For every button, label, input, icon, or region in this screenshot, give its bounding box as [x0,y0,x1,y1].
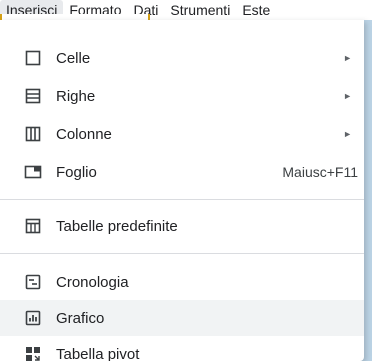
columns-icon [24,125,42,143]
menu-divider [0,253,364,254]
rows-icon [24,87,42,105]
submenu-arrow-icon: ► [343,91,352,101]
menu-item-label: Colonne [56,125,112,143]
cell-icon [24,49,42,67]
menu-item-grafico[interactable]: Grafico [0,300,364,336]
menu-item-tabella-pivot[interactable]: Tabella pivot [0,336,364,361]
menu-item-label: Foglio [56,163,97,181]
chart-icon [24,309,42,327]
pivot-table-icon [24,345,42,361]
menu-strumenti[interactable]: Strumenti [164,0,236,20]
menu-item-foglio[interactable]: Foglio Maiusc+F11 [0,154,364,190]
insert-dropdown-menu: Celle ► Righe ► Colonne ► Foglio Maiusc+… [0,20,364,361]
menu-item-label: Grafico [56,309,105,327]
menu-item-colonne[interactable]: Colonne ► [0,116,364,152]
menu-item-label: Tabelle predefinite [56,217,178,235]
menu-item-tabelle-predefinite[interactable]: Tabelle predefinite [0,208,364,244]
table-icon [24,217,42,235]
menu-item-cronologia[interactable]: Cronologia [0,264,364,300]
shortcut-label: Maiusc+F11 [282,164,358,180]
menu-item-label: Cronologia [56,273,129,291]
sheet-icon [24,163,42,181]
menu-item-label: Tabella pivot [56,345,140,361]
menu-item-label: Celle [56,49,91,67]
menu-item-celle[interactable]: Celle ► [0,40,364,76]
menu-estensioni[interactable]: Este [236,0,276,20]
submenu-arrow-icon: ► [343,129,352,139]
menu-divider [0,199,364,200]
timeline-icon [24,273,42,291]
menu-item-righe[interactable]: Righe ► [0,78,364,114]
menu-item-label: Righe [56,87,96,105]
submenu-arrow-icon: ► [343,53,352,63]
